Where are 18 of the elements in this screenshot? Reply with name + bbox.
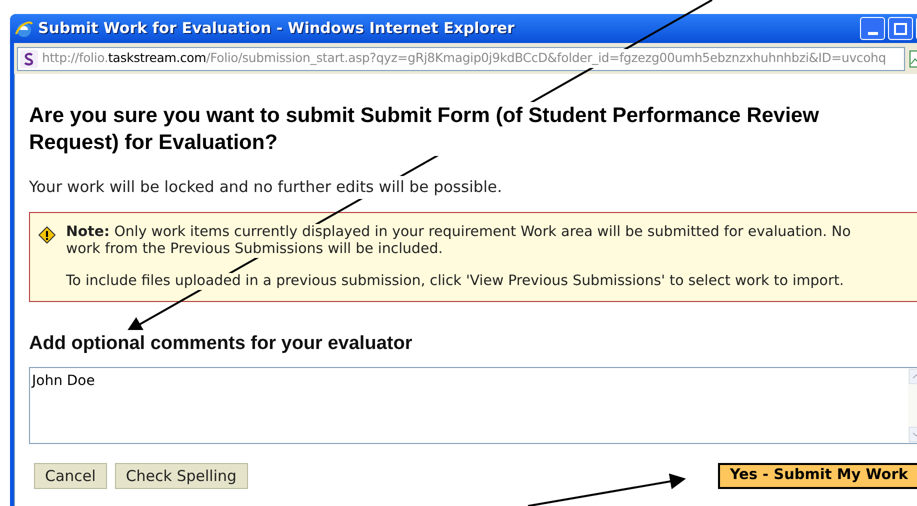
- browser-logo-icon: [14, 18, 34, 38]
- window-title: Submit Work for Evaluation - Windows Internet Explorer: [38, 18, 515, 40]
- action-button[interactable]: Cancel: [34, 462, 107, 489]
- address-text-part: /Folio/submission_start.asp?qyz=gRj8Kmagip0j9kdBCcD&folder_id=fgzezg00umh5ebznzxhuhnhbzi&ID=uvcohq: [206, 50, 886, 66]
- site-logo-icon: [20, 50, 38, 68]
- minimize-button[interactable]: [860, 17, 885, 40]
- intro-text: Your work will be locked and no further edits will be possible.: [29, 176, 502, 200]
- address-text-part: http://folio.: [42, 50, 108, 66]
- comments-text: John Doe: [30, 372, 96, 391]
- address-text-part: taskstream.com: [108, 50, 206, 66]
- maximize-icon: [894, 22, 907, 34]
- maximize-button[interactable]: [888, 17, 913, 40]
- submit-button[interactable]: Yes - Submit My Work: [718, 462, 917, 489]
- minimize-icon: [868, 32, 878, 35]
- comments-field[interactable]: John Doe: [29, 366, 917, 444]
- address-field[interactable]: http://folio.taskstream.com/Folio/submission_start.asp?qyz=gRj8Kmagip0j9kdBCcD&folder_id=fgzezg00umh5ebznzxhuhnhbzi&ID=uvcohq: [17, 46, 905, 70]
- action-button[interactable]: Check Spelling: [114, 462, 248, 489]
- warning-icon: [38, 226, 56, 244]
